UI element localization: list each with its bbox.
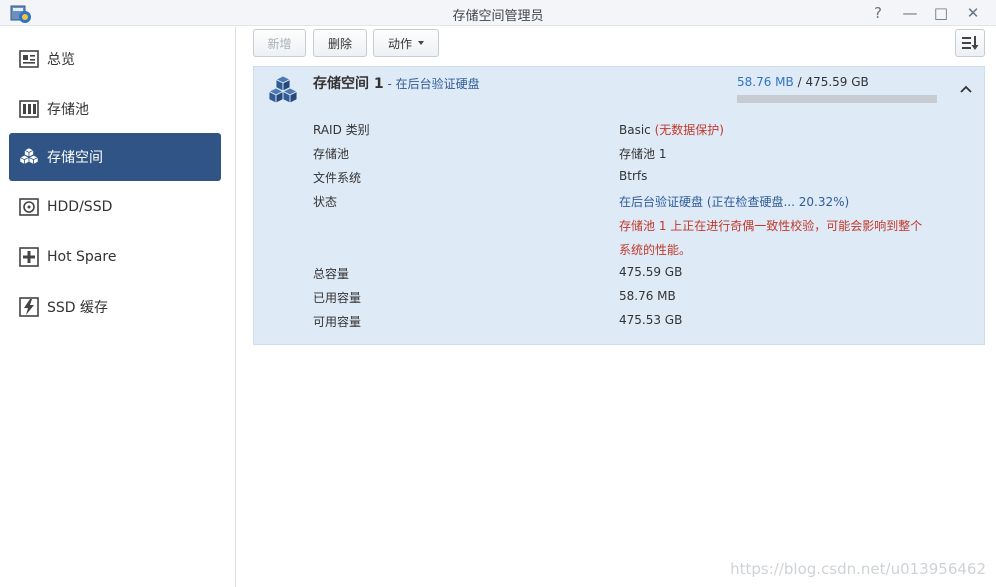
volume-status-short: 在后台验证硬盘 <box>395 77 480 91</box>
usage-used: 58.76 MB <box>737 75 794 89</box>
sidebar-item-hot-spare[interactable]: Hot Spare <box>9 233 221 281</box>
storage-pool-value: 存储池 1 <box>619 147 667 161</box>
volume-title: 存储空间 1 - 在后台验证硬盘 <box>313 73 480 93</box>
sidebar-item-label: 存储池 <box>47 102 89 118</box>
sidebar-item-label: SSD 缓存 <box>47 300 109 316</box>
window-title: 存储空间管理员 <box>452 9 544 24</box>
sidebar-item-hdd-ssd[interactable]: HDD/SSD <box>9 183 221 231</box>
sort-icon <box>962 36 979 50</box>
action-label: 动作 <box>387 36 412 51</box>
create-button[interactable]: 新增 <box>253 29 306 57</box>
total-capacity-value: 475.59 GB <box>619 265 683 279</box>
volume-panel[interactable]: 存储空间 1 - 在后台验证硬盘 58.76 MB / 475.59 GB RA… <box>253 66 985 345</box>
volume-cubes-icon <box>267 75 299 104</box>
total-capacity-label: 总容量 <box>313 267 350 281</box>
raid-type-note: (无数据保护) <box>654 123 724 137</box>
sidebar-item-storage-pool[interactable]: 存储池 <box>9 85 221 133</box>
usage-bar <box>737 95 937 103</box>
title-bar: 存储空间管理员 ? — □ ✕ <box>0 0 996 26</box>
sidebar-item-ssd-cache[interactable]: SSD 缓存 <box>9 283 221 331</box>
action-dropdown-button[interactable]: 动作 <box>373 29 439 57</box>
hot-spare-icon <box>19 247 39 267</box>
status-warning-line-1: 存储池 1 上正在进行奇偶一致性校验，可能会影响到整个 <box>619 219 923 233</box>
volume-separator: - <box>383 77 396 91</box>
close-icon[interactable]: ✕ <box>962 3 984 23</box>
sort-button[interactable] <box>955 29 985 57</box>
status-label: 状态 <box>313 195 338 209</box>
hdd-icon <box>19 197 39 217</box>
status-value: 在后台验证硬盘 (正在检查硬盘... 20.32%) <box>619 195 850 209</box>
sidebar-item-label: 存储空间 <box>47 150 103 166</box>
maximize-icon[interactable]: □ <box>930 3 952 23</box>
sidebar: 总览 存储池 存储空间 HDD/SSD Hot Spare SSD 缓存 <box>0 27 236 587</box>
sidebar-item-volume[interactable]: 存储空间 <box>9 133 221 181</box>
ssd-cache-icon <box>19 297 39 317</box>
minimize-icon[interactable]: — <box>899 3 921 23</box>
raid-type-label: RAID 类别 <box>313 123 370 137</box>
help-icon[interactable]: ? <box>867 3 889 23</box>
delete-button[interactable]: 删除 <box>313 29 367 57</box>
chevron-down-icon <box>418 41 424 45</box>
used-capacity-value: 58.76 MB <box>619 289 676 303</box>
sidebar-item-label: Hot Spare <box>47 249 117 265</box>
usage-text: 58.76 MB / 475.59 GB <box>737 75 869 89</box>
volume-cubes-icon <box>19 147 39 167</box>
watermark: https://blog.csdn.net/u013956462 <box>730 560 986 578</box>
status-warning-line-2: 系统的性能。 <box>619 243 692 257</box>
free-capacity-value: 475.53 GB <box>619 313 683 327</box>
usage-separator: / <box>793 75 806 89</box>
sidebar-item-label: 总览 <box>47 52 75 68</box>
raid-type-value: Basic (无数据保护) <box>619 121 724 138</box>
file-system-label: 文件系统 <box>313 171 362 185</box>
free-capacity-label: 可用容量 <box>313 315 362 329</box>
sidebar-item-overview[interactable]: 总览 <box>9 35 221 83</box>
usage-total: 475.59 GB <box>805 75 869 89</box>
overview-card-icon <box>19 49 39 69</box>
file-system-value: Btrfs <box>619 169 648 183</box>
storage-pool-label: 存储池 <box>313 147 350 161</box>
chevron-up-icon[interactable] <box>958 81 974 97</box>
used-capacity-label: 已用容量 <box>313 291 362 305</box>
sidebar-item-label: HDD/SSD <box>47 199 113 215</box>
raid-type-text: Basic <box>619 123 651 137</box>
storage-pool-icon <box>19 99 39 119</box>
volume-name: 存储空间 1 <box>313 76 384 92</box>
